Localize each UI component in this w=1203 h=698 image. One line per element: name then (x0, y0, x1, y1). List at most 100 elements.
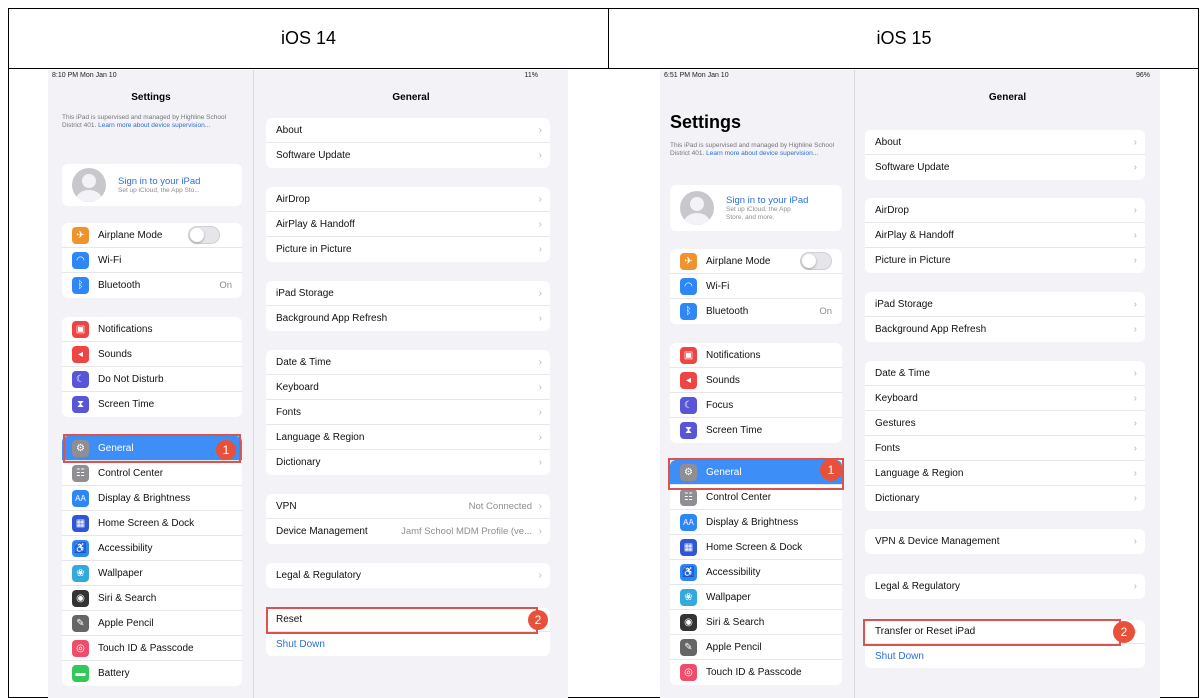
row-software-update[interactable]: Software Update › (865, 155, 1145, 180)
row-language-region[interactable]: Language & Region › (266, 425, 550, 450)
sidebar-item-focus[interactable]: ☾ Focus (670, 393, 842, 418)
sidebar-item-wallpaper[interactable]: ❀ Wallpaper (62, 561, 242, 586)
row-vpn[interactable]: VPN Not Connected › (266, 494, 550, 519)
row-keyboard[interactable]: Keyboard › (865, 386, 1145, 411)
airplane-toggle[interactable] (800, 252, 832, 270)
sidebar-item-control-center[interactable]: ☷ Control Center (62, 461, 242, 486)
chevron-right-icon: › (538, 356, 542, 368)
row-airplay-handoff[interactable]: AirPlay & Handoff › (266, 212, 550, 237)
row-background-app-refresh[interactable]: Background App Refresh › (865, 317, 1145, 342)
sidebar-item-touch-id[interactable]: ◎ Touch ID & Passcode (670, 660, 842, 685)
chevron-right-icon: › (1133, 442, 1137, 454)
signin-title: Sign in to your iPad (726, 194, 809, 206)
row-picture-in-picture[interactable]: Picture in Picture › (266, 237, 550, 262)
row-fonts[interactable]: Fonts › (266, 400, 550, 425)
shut-down-button[interactable]: Shut Down (266, 632, 550, 656)
sidebar-item-sounds[interactable]: ◂ Sounds (670, 368, 842, 393)
chevron-right-icon: › (1133, 392, 1137, 404)
row-label: AirPlay & Handoff (875, 229, 954, 241)
sidebar-item-airplane-mode[interactable]: ✈ Airplane Mode (62, 223, 242, 248)
supervision-link[interactable]: Learn more about device supervision... (98, 122, 210, 129)
row-fonts[interactable]: Fonts › (865, 436, 1145, 461)
signin-card[interactable]: Sign in to your iPad Set up iCloud, the … (670, 185, 842, 231)
row-about[interactable]: About › (865, 130, 1145, 155)
sidebar-item-accessibility[interactable]: ♿ Accessibility (670, 560, 842, 585)
row-label: Shut Down (875, 650, 924, 662)
row-date-time[interactable]: Date & Time › (865, 361, 1145, 386)
sidebar-item-wifi[interactable]: ◠ Wi-Fi (62, 248, 242, 273)
row-airdrop[interactable]: AirDrop › (266, 187, 550, 212)
sidebar-item-siri-search[interactable]: ◉ Siri & Search (670, 610, 842, 635)
sidebar-item-home-screen[interactable]: ▦ Home Screen & Dock (62, 511, 242, 536)
row-dictionary[interactable]: Dictionary › (865, 486, 1145, 511)
chevron-right-icon: › (538, 500, 542, 512)
row-date-time[interactable]: Date & Time › (266, 350, 550, 375)
sidebar-item-siri-search[interactable]: ◉ Siri & Search (62, 586, 242, 611)
airplane-toggle[interactable] (188, 226, 220, 244)
chevron-right-icon: › (1133, 493, 1137, 504)
row-software-update[interactable]: Software Update › (266, 143, 550, 168)
row-legal-regulatory[interactable]: Legal & Regulatory › (865, 574, 1145, 599)
row-dictionary[interactable]: Dictionary › (266, 450, 550, 475)
general-group-5: VPN & Device Management › (865, 529, 1145, 554)
signin-subtitle: Set up iCloud, the App Store, and more. (726, 205, 791, 221)
highlight-general (668, 458, 844, 490)
sidebar-item-bluetooth[interactable]: ᛒ Bluetooth On (670, 299, 842, 324)
chevron-right-icon: › (1133, 204, 1137, 216)
connectivity-group: ✈ Airplane Mode ◠ Wi-Fi ᛒ Bluetooth On (670, 249, 842, 324)
sidebar-item-notifications[interactable]: ▣ Notifications (62, 317, 242, 342)
sidebar-item-accessibility[interactable]: ♿ Accessibility (62, 536, 242, 561)
pencil-icon: ✎ (680, 638, 697, 656)
row-keyboard[interactable]: Keyboard › (266, 375, 550, 400)
sidebar-item-label: Focus (706, 399, 734, 411)
row-label: Keyboard (875, 392, 918, 404)
sidebar-item-apple-pencil[interactable]: ✎ Apple Pencil (62, 611, 242, 636)
signin-row[interactable]: Sign in to your iPad Set up iCloud, the … (62, 164, 242, 206)
supervision-link[interactable]: Learn more about device supervision... (706, 150, 818, 157)
row-label: Language & Region (875, 467, 964, 479)
row-gestures[interactable]: Gestures › (865, 411, 1145, 436)
sidebar-item-label: Display & Brightness (98, 492, 191, 504)
row-label: Language & Region (276, 431, 365, 443)
sidebar-item-home-screen[interactable]: ▦ Home Screen & Dock (670, 535, 842, 560)
sidebar-item-do-not-disturb[interactable]: ☾ Do Not Disturb (62, 367, 242, 392)
hourglass-icon: ⧗ (72, 396, 89, 413)
row-vpn-device-management[interactable]: VPN & Device Management › (865, 529, 1145, 554)
row-airplay-handoff[interactable]: AirPlay & Handoff › (865, 223, 1145, 248)
general-group-4: Date & Time › Keyboard › Gestures › Fonts › … (865, 361, 1145, 511)
chevron-right-icon: › (538, 150, 542, 161)
row-ipad-storage[interactable]: iPad Storage › (266, 281, 550, 306)
sidebar-item-sounds[interactable]: ◂ Sounds (62, 342, 242, 367)
row-about[interactable]: About › (266, 118, 550, 143)
row-ipad-storage[interactable]: iPad Storage › (865, 292, 1145, 317)
sidebar-item-display-brightness[interactable]: AA Display & Brightness (62, 486, 242, 511)
row-airdrop[interactable]: AirDrop › (865, 198, 1145, 223)
sidebar-item-label: Airplane Mode (706, 255, 771, 267)
row-picture-in-picture[interactable]: Picture in Picture › (865, 248, 1145, 273)
accessibility-icon: ♿ (72, 539, 89, 557)
row-legal-regulatory[interactable]: Legal & Regulatory › (266, 563, 550, 588)
sidebar-item-notifications[interactable]: ▣ Notifications (670, 343, 842, 368)
sidebar-item-label: Apple Pencil (98, 617, 154, 629)
control-center-icon: ☷ (72, 464, 89, 482)
sidebar-item-wallpaper[interactable]: ❀ Wallpaper (670, 585, 842, 610)
signin-card[interactable]: Sign in to your iPad Set up iCloud, the … (62, 164, 242, 206)
sidebar-item-screen-time[interactable]: ⧗ Screen Time (670, 418, 842, 443)
row-device-management[interactable]: Device Management Jamf School MDM Profile… (266, 519, 550, 544)
sidebar-item-bluetooth[interactable]: ᛒ Bluetooth On (62, 273, 242, 298)
row-language-region[interactable]: Language & Region › (865, 461, 1145, 486)
sidebar-item-screen-time[interactable]: ⧗ Screen Time (62, 392, 242, 417)
row-background-app-refresh[interactable]: Background App Refresh › (266, 306, 550, 331)
general-group-2: AirDrop › AirPlay & Handoff › Picture in P… (266, 187, 550, 262)
sidebar-item-display-brightness[interactable]: AA Display & Brightness (670, 510, 842, 535)
sidebar-item-apple-pencil[interactable]: ✎ Apple Pencil (670, 635, 842, 660)
sidebar-item-airplane-mode[interactable]: ✈ Airplane Mode (670, 249, 842, 274)
sidebar-item-wifi[interactable]: ◠ Wi-Fi (670, 274, 842, 299)
chevron-right-icon: › (1133, 229, 1137, 241)
sidebar-item-battery[interactable]: ▬ Battery (62, 661, 242, 686)
chevron-right-icon: › (538, 570, 542, 581)
sidebar-item-touch-id[interactable]: ◎ Touch ID & Passcode (62, 636, 242, 661)
shut-down-button[interactable]: Shut Down (865, 644, 1145, 668)
signin-row[interactable]: Sign in to your iPad Set up iCloud, the … (670, 185, 842, 231)
row-label: Date & Time (276, 356, 332, 368)
